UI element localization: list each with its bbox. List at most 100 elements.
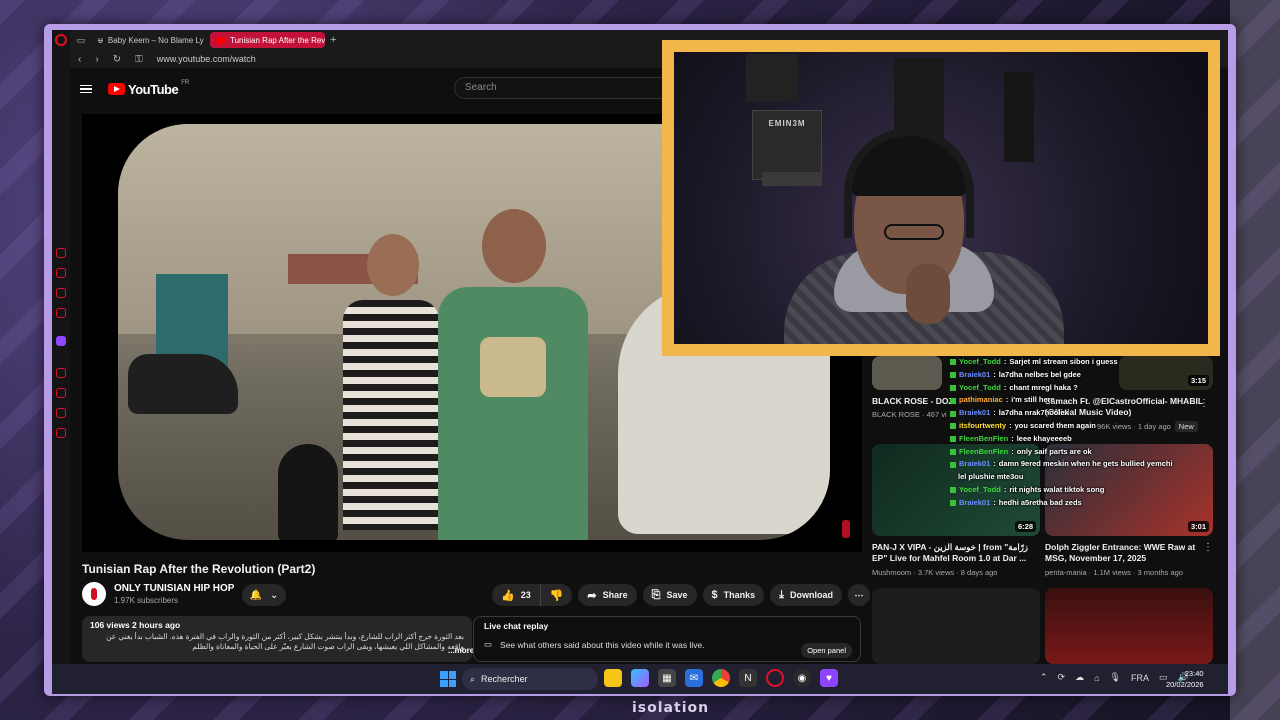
search-input[interactable]: Search <box>454 77 670 99</box>
stream-chat-overlay: Yocef_Todd: Sarjet ml stream sibon i gues… <box>950 356 1190 510</box>
channel-watermark-icon[interactable] <box>842 520 850 538</box>
chat-separator: : <box>1009 420 1012 430</box>
more-vertical-icon[interactable]: ⋮ <box>1199 398 1209 409</box>
messenger-icon[interactable] <box>56 288 66 298</box>
tab-baby-keem[interactable]: ᵾ Baby Keem – No Blame Ly <box>92 32 207 48</box>
reload-icon[interactable]: ↻ <box>113 54 121 65</box>
file-explorer-icon[interactable] <box>604 669 622 687</box>
new-tab-icon[interactable]: + <box>330 34 336 46</box>
share-button[interactable]: ➦ Share <box>578 584 637 606</box>
back-icon[interactable]: ‹ <box>78 54 81 65</box>
more-link[interactable]: ...more <box>448 646 474 655</box>
cloud-icon[interactable]: ☁ <box>1075 672 1084 683</box>
channel-avatar[interactable] <box>82 582 106 606</box>
download-label: Download <box>790 590 834 600</box>
messages-icon[interactable] <box>56 308 66 318</box>
glasses-icon <box>884 224 944 240</box>
chat-message: pathimaniac: i'm still here <box>950 394 1190 407</box>
recommendation-thumbnail[interactable] <box>1045 588 1213 664</box>
chat-message: Yocef_Todd: chant mregl haka ? <box>950 382 1190 395</box>
chat-text: leee khayeeeeb <box>1016 433 1072 443</box>
chat-message: lel plushie mte3ou <box>950 471 1190 484</box>
notification-bell-button[interactable]: 🔔 ⌄ <box>242 584 286 606</box>
chat-username[interactable]: Yocef_Todd <box>959 356 1001 369</box>
taskbar-search[interactable]: ⌕ Rechercher <box>462 668 598 690</box>
chat-badge-icon <box>950 372 956 379</box>
store-icon[interactable]: ▦ <box>658 669 676 687</box>
twitch-icon[interactable] <box>56 336 66 346</box>
video-dark-car <box>128 354 238 414</box>
heart-app-icon[interactable]: ♥ <box>820 669 838 687</box>
pin-icon[interactable] <box>56 408 66 418</box>
chat-username[interactable]: FleenBenFlen <box>959 446 1008 459</box>
like-button[interactable]: 👍 23 <box>492 584 541 606</box>
settings-icon[interactable] <box>56 428 66 438</box>
chat-message: Braiek01: hedhi a5retha bad zeds <box>950 497 1190 510</box>
thanks-button[interactable]: $ Thanks <box>702 584 765 606</box>
chat-message: Yocef_Todd: Sarjet ml stream sibon i gues… <box>950 356 1190 369</box>
forward-icon[interactable]: › <box>95 54 98 65</box>
windows-taskbar: ⌕ Rechercher ▦ ✉ N ◉ ♥ ⌃ ⟳ ☁ ⌂ 🎙 FRA ▭ 🔊… <box>52 664 1228 694</box>
dislike-button[interactable]: 👎 <box>540 584 573 606</box>
url-field[interactable]: www.youtube.com/watch <box>157 54 256 64</box>
chat-username[interactable]: Braiek01 <box>959 458 990 471</box>
notion-icon[interactable]: N <box>739 669 757 687</box>
live-chat-replay: Live chat replay ▭ See what others said … <box>473 616 861 662</box>
clock-icon[interactable] <box>56 388 66 398</box>
recommendation-title[interactable]: PAN-J X VIPA - خوسة الزين | from "زرّامة… <box>872 542 1040 564</box>
chevron-down-icon: ⌄ <box>270 589 279 601</box>
chat-text: Sarjet ml stream sibon i guess <box>1009 357 1118 366</box>
open-panel-button[interactable]: Open panel <box>801 643 852 658</box>
more-actions-button[interactable]: ⋯ <box>848 584 871 606</box>
chat-username[interactable]: FleenBenFlen <box>959 433 1008 446</box>
chat-username[interactable]: pathimaniac <box>959 394 1003 407</box>
chat-username[interactable]: Braiek01 <box>959 369 990 382</box>
recommendation-thumbnail[interactable] <box>872 356 942 390</box>
menu-icon[interactable] <box>80 84 92 94</box>
workspaces-icon[interactable]: ▭ <box>70 30 92 50</box>
chat-badge-icon <box>950 410 956 417</box>
taskbar-clock[interactable]: 23:40 20/02/2026 <box>1166 668 1204 690</box>
language-indicator[interactable]: FRA <box>1131 673 1149 683</box>
copilot-icon[interactable] <box>631 669 649 687</box>
mail-icon[interactable]: ✉ <box>685 669 703 687</box>
chat-text: only saif parts are ok <box>1016 446 1092 456</box>
video-description[interactable]: 106 views 2 hours ago بعد الثورة خرج أكث… <box>82 616 474 662</box>
thumbs-up-icon: 👍 <box>501 589 515 602</box>
save-button[interactable]: ⎘ Save <box>642 584 697 606</box>
more-vertical-icon[interactable]: ⋮ <box>1203 542 1213 553</box>
chat-username[interactable]: Braiek01 <box>959 407 990 420</box>
chrome-icon[interactable] <box>712 669 730 687</box>
opera-icon[interactable] <box>766 669 784 687</box>
obs-icon[interactable]: ◉ <box>793 669 811 687</box>
player-icon[interactable] <box>56 368 66 378</box>
channel-name[interactable]: ONLY TUNISIAN HIP HOP <box>114 583 234 594</box>
network-icon[interactable]: ⌂ <box>1094 673 1099 683</box>
wall-poster <box>746 54 798 102</box>
history-icon[interactable] <box>56 248 66 258</box>
download-button[interactable]: ⤓ Download <box>770 584 843 606</box>
recommendation-thumbnail[interactable] <box>872 588 1040 664</box>
chat-username[interactable]: Yocef_Todd <box>959 484 1001 497</box>
youtube-favicon-icon <box>216 36 225 44</box>
chat-username[interactable]: Braiek01 <box>959 497 990 510</box>
search-icon: ⌕ <box>470 673 476 684</box>
chat-message: Braiek01: la7dha nelbes bel gdee <box>950 369 1190 382</box>
windows-start-icon[interactable] <box>440 671 456 687</box>
recommendation-title[interactable]: Dolph Ziggler Entrance: WWE Raw at MSG, … <box>1045 542 1205 564</box>
tab-tunisian-rap[interactable]: Tunisian Rap After the Rev <box>210 32 325 48</box>
chat-message: Braiek01: damn 9ered meskin when he gets … <box>950 458 1190 471</box>
microphone-icon[interactable]: 🎙 <box>1110 672 1121 683</box>
youtube-logo[interactable]: YouTube FR <box>108 80 189 97</box>
opera-logo-icon[interactable] <box>55 34 67 46</box>
sync-icon[interactable]: ⟳ <box>1058 672 1066 683</box>
share-label: Share <box>602 590 628 600</box>
chevron-up-icon[interactable]: ⌃ <box>1040 672 1048 683</box>
wall-poster <box>1004 72 1034 162</box>
recommendation-title[interactable]: BLACK ROSE - DOZ <box>872 396 962 407</box>
chat-username[interactable]: itsfourtwenty <box>959 420 1006 433</box>
chat-username[interactable]: Yocef_Todd <box>959 382 1001 395</box>
lock-icon[interactable]: ⚿ <box>135 54 143 65</box>
clock-date: 20/02/2026 <box>1166 680 1204 689</box>
bag-icon[interactable] <box>56 268 66 278</box>
